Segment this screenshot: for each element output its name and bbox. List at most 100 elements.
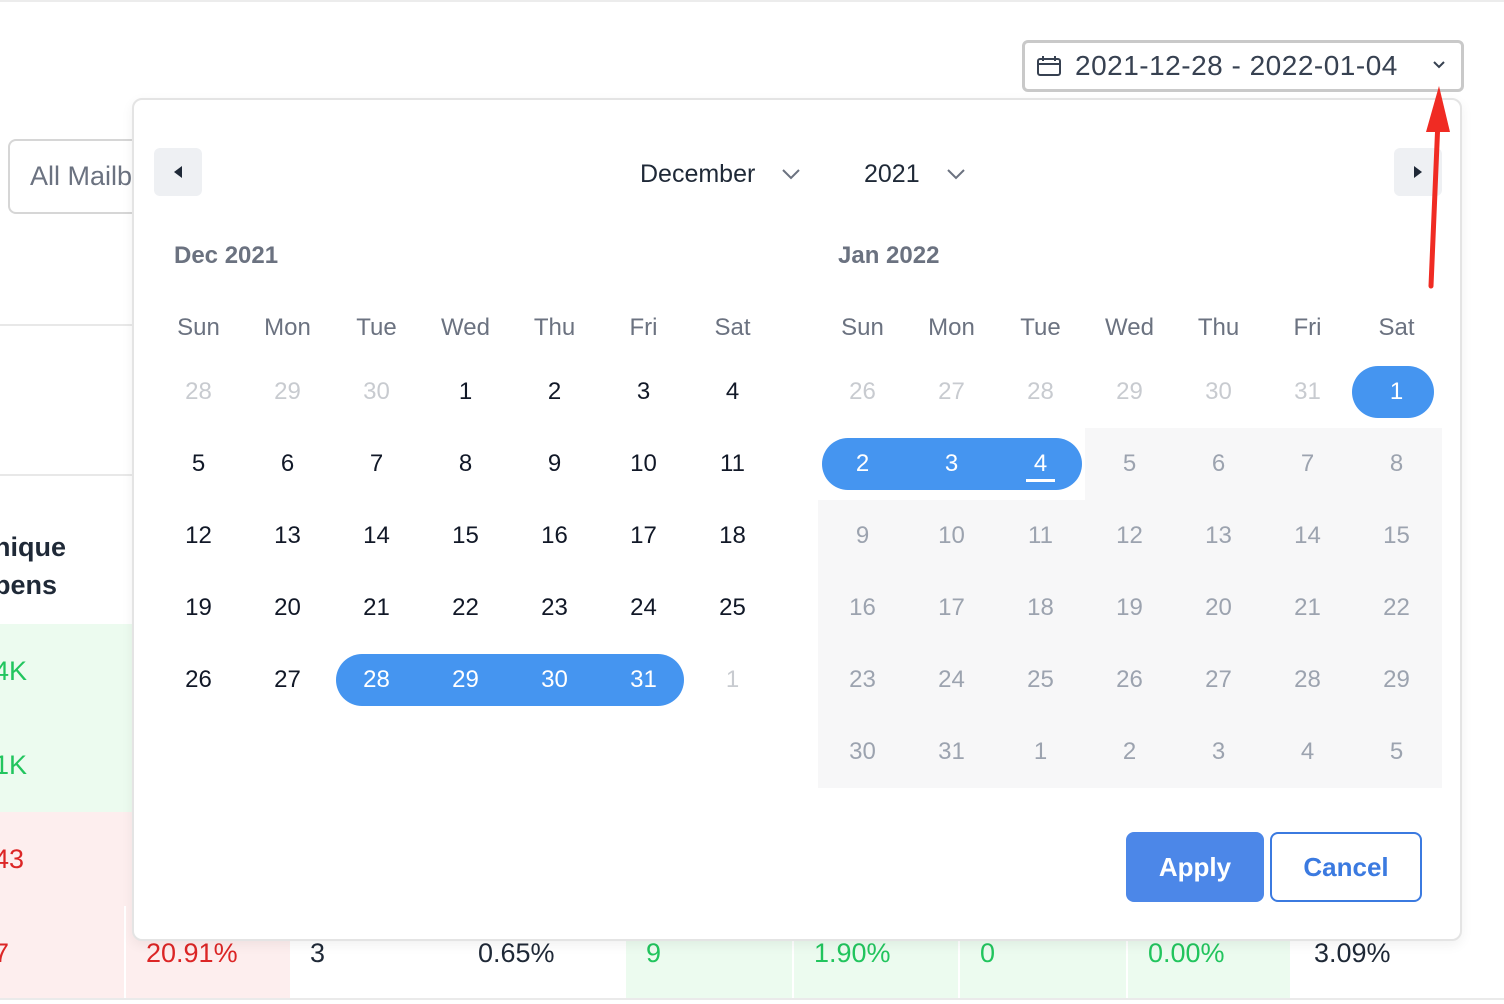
weekday-label: Fri xyxy=(1293,314,1322,341)
day-cell-disabled: 25 xyxy=(1027,666,1054,693)
day-cell[interactable]: 19 xyxy=(154,582,243,634)
day-cell[interactable]: 10 xyxy=(599,438,688,490)
day-cell-selected[interactable]: 2 xyxy=(818,438,907,490)
day-cell-selected[interactable]: 28 xyxy=(332,654,421,706)
day-cell[interactable]: 11 xyxy=(688,438,777,490)
table-cell: 1K xyxy=(0,718,132,812)
day-cell[interactable]: 14 xyxy=(332,510,421,562)
day-cell[interactable]: 1 xyxy=(421,366,510,418)
day-cell-disabled: 10 xyxy=(938,522,965,549)
day-cell-disabled: 30 xyxy=(849,738,876,765)
year-select[interactable]: 2021 xyxy=(864,152,966,196)
top-border xyxy=(0,0,1504,2)
day-cell[interactable]: 4 xyxy=(688,366,777,418)
cell-value: 0.65% xyxy=(478,937,555,968)
caret-left-icon xyxy=(174,166,182,178)
chevron-down-icon xyxy=(782,169,801,180)
day-cell[interactable]: 27 xyxy=(907,366,996,418)
weekday-label: Fri xyxy=(629,314,658,341)
day-cell[interactable]: 23 xyxy=(510,582,599,634)
cell-value: 7 xyxy=(0,937,10,968)
day-cell[interactable]: 15 xyxy=(421,510,510,562)
week-row: 5 6 7 8 9 10 11 xyxy=(154,428,778,500)
weekday-label: Thu xyxy=(533,314,576,341)
day-cell-selected[interactable]: 31 xyxy=(599,654,688,706)
day-cell[interactable]: 26 xyxy=(818,366,907,418)
day-cell-disabled: 19 xyxy=(1116,594,1143,621)
day-cell-disabled: 21 xyxy=(1294,594,1321,621)
day-cell[interactable]: 29 xyxy=(1085,366,1174,418)
day-cell-disabled: 17 xyxy=(938,594,965,621)
weekday-label: Wed xyxy=(441,314,490,341)
day-cell-disabled: 3 xyxy=(1211,738,1226,765)
day-cell[interactable]: 20 xyxy=(243,582,332,634)
weekday-label: Mon xyxy=(264,314,311,341)
weekday-label: Thu xyxy=(1197,314,1240,341)
caret-right-icon xyxy=(1414,166,1422,178)
day-cell-selected[interactable]: 1 xyxy=(1352,366,1441,418)
day-cell-disabled: 12 xyxy=(1116,522,1143,549)
weekday-label: Sun xyxy=(177,314,220,341)
day-cell-disabled: 4 xyxy=(1300,738,1315,765)
day-cell[interactable]: 28 xyxy=(154,366,243,418)
day-cell[interactable]: 30 xyxy=(332,366,421,418)
day-cell-disabled: 1 xyxy=(1033,738,1048,765)
day-cell-disabled: 15 xyxy=(1383,522,1410,549)
day-cell[interactable]: 1 xyxy=(688,654,777,706)
day-cell[interactable]: 27 xyxy=(243,654,332,706)
day-cell-disabled: 14 xyxy=(1294,522,1321,549)
day-cell[interactable]: 5 xyxy=(154,438,243,490)
day-cell-selected[interactable]: 30 xyxy=(510,654,599,706)
day-cell[interactable]: 18 xyxy=(688,510,777,562)
left-calendar-grid: Sun Mon Tue Wed Thu Fri Sat 28 29 30 1 2… xyxy=(154,300,778,716)
chevron-down-icon xyxy=(1433,61,1445,69)
day-cell[interactable]: 16 xyxy=(510,510,599,562)
day-cell[interactable]: 24 xyxy=(599,582,688,634)
day-cell[interactable]: 21 xyxy=(332,582,421,634)
cell-value: 4K xyxy=(0,655,28,686)
date-range-picker-button[interactable]: 2021-12-28 - 2022-01-04 xyxy=(1022,40,1464,92)
weekday-label: Tue xyxy=(1020,314,1061,341)
day-cell-disabled: 23 xyxy=(849,666,876,693)
day-cell[interactable]: 30 xyxy=(1174,366,1263,418)
cell-value: 20.91% xyxy=(146,937,238,968)
day-cell[interactable]: 12 xyxy=(154,510,243,562)
day-cell-selected[interactable]: 3 xyxy=(907,438,996,490)
date-range-value: 2021-12-28 - 2022-01-04 xyxy=(1075,50,1398,81)
weekday-header: Sun Mon Tue Wed Thu Fri Sat xyxy=(154,300,778,356)
previous-month-button[interactable] xyxy=(154,148,202,196)
week-row: 9 10 11 12 13 14 15 xyxy=(818,500,1442,572)
day-cell-selected[interactable]: 29 xyxy=(421,654,510,706)
day-cell[interactable]: 6 xyxy=(243,438,332,490)
day-cell[interactable]: 8 xyxy=(421,438,510,490)
mailbox-select-value: All Mailb xyxy=(30,161,133,191)
apply-button[interactable]: Apply xyxy=(1126,832,1264,902)
day-cell[interactable]: 2 xyxy=(510,366,599,418)
year-select-value: 2021 xyxy=(864,159,920,188)
day-cell[interactable]: 17 xyxy=(599,510,688,562)
day-cell[interactable]: 13 xyxy=(243,510,332,562)
day-cell[interactable]: 7 xyxy=(332,438,421,490)
day-cell-disabled: 28 xyxy=(1294,666,1321,693)
day-cell[interactable]: 3 xyxy=(599,366,688,418)
day-cell[interactable]: 22 xyxy=(421,582,510,634)
day-cell-disabled: 29 xyxy=(1383,666,1410,693)
cell-value: 9 xyxy=(646,937,662,968)
day-cell-disabled: 9 xyxy=(855,522,870,549)
cancel-button[interactable]: Cancel xyxy=(1270,832,1422,902)
day-cell-disabled: 27 xyxy=(1205,666,1232,693)
day-cell[interactable]: 26 xyxy=(154,654,243,706)
month-select[interactable]: December xyxy=(640,152,801,196)
cell-value: 0.00% xyxy=(1148,937,1225,968)
day-cell[interactable]: 29 xyxy=(243,366,332,418)
week-row: 26 27 28 29 30 31 1 xyxy=(818,356,1442,428)
day-cell[interactable]: 9 xyxy=(510,438,599,490)
day-cell[interactable]: 25 xyxy=(688,582,777,634)
weekday-label: Wed xyxy=(1105,314,1154,341)
next-month-button[interactable] xyxy=(1394,148,1442,196)
day-cell-today[interactable]: 4 xyxy=(996,438,1085,490)
day-cell-disabled: 13 xyxy=(1205,522,1232,549)
chevron-down-icon xyxy=(946,169,965,180)
day-cell[interactable]: 31 xyxy=(1263,366,1352,418)
day-cell[interactable]: 28 xyxy=(996,366,1085,418)
